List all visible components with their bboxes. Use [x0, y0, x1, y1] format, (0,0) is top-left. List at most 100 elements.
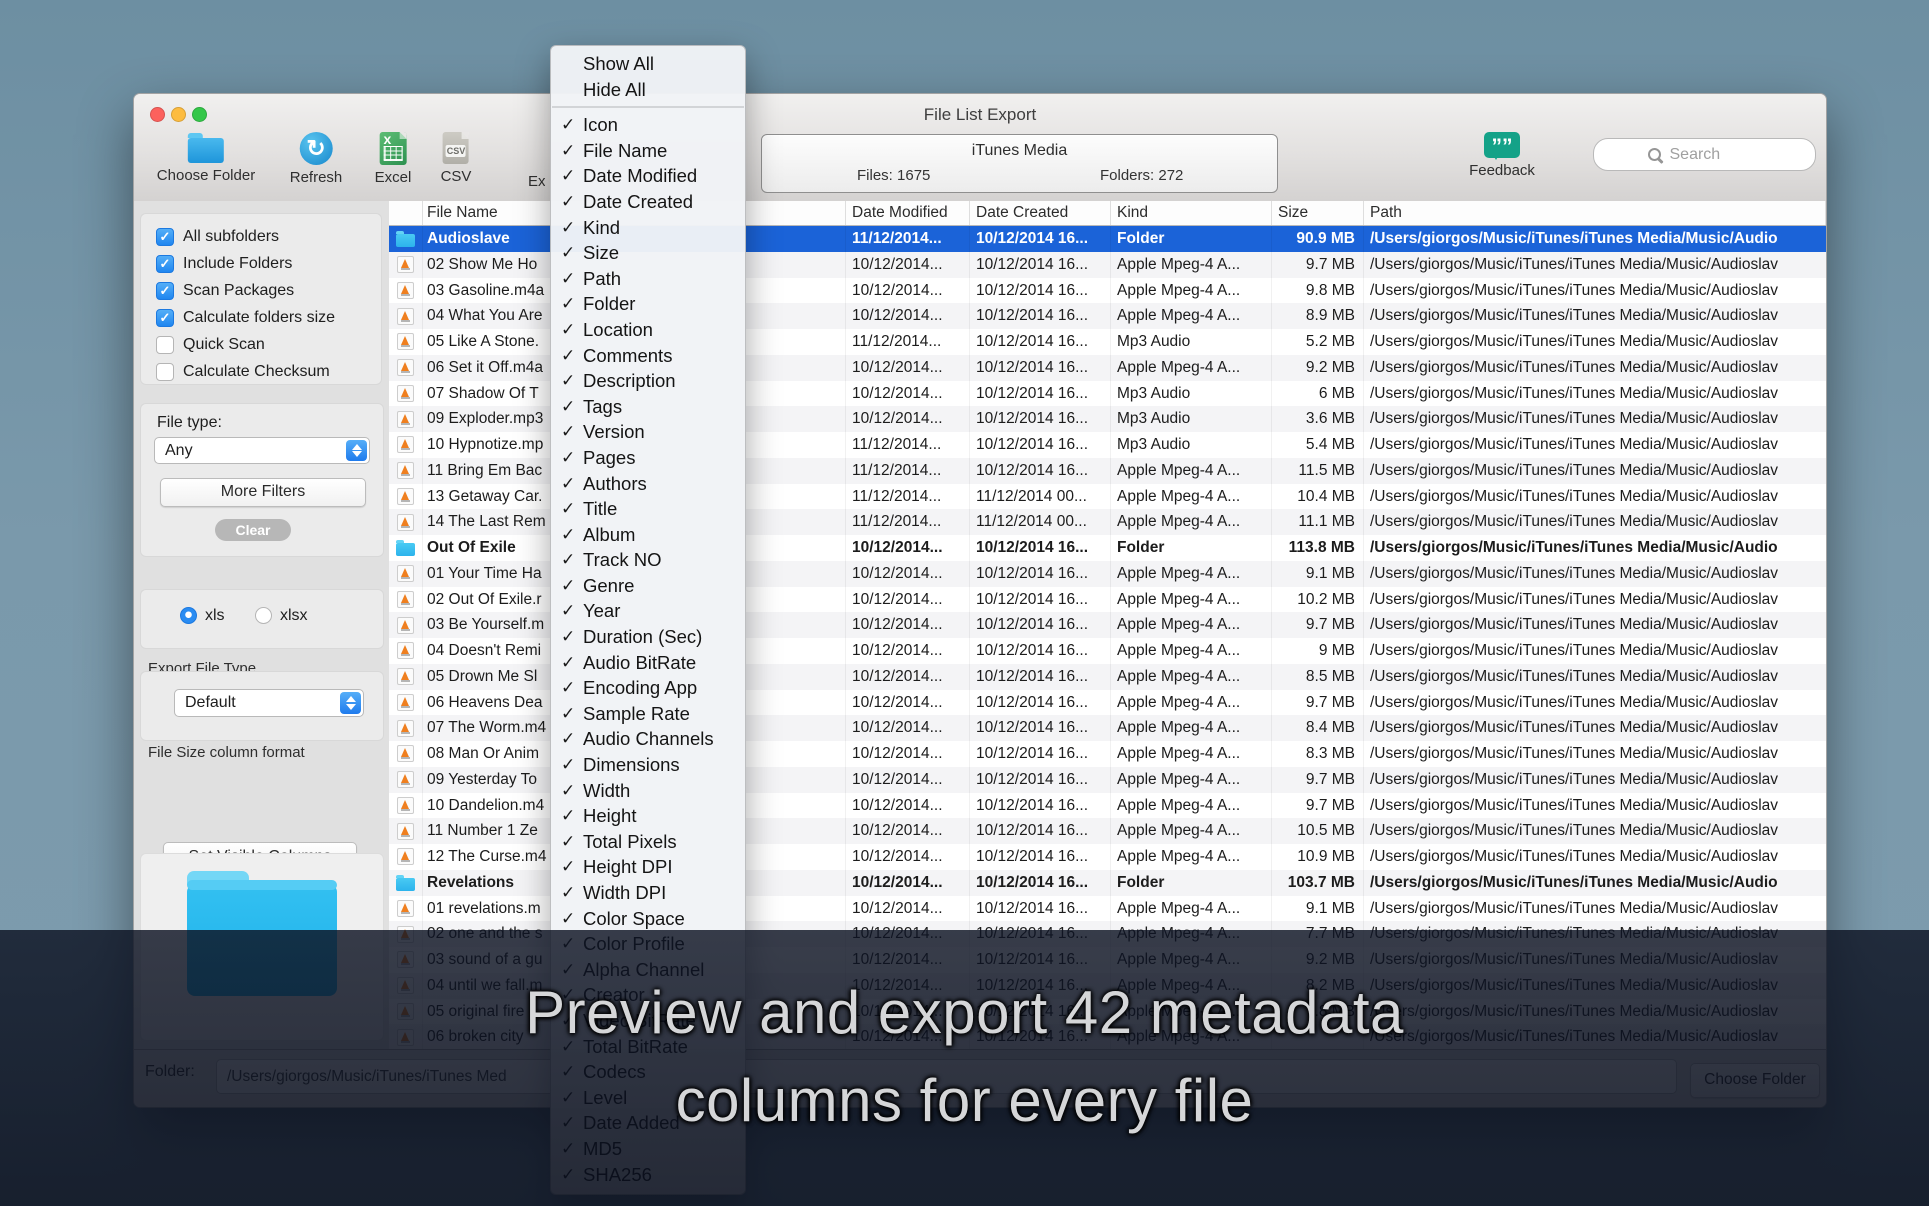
sidebar-checkbox-quick-scan[interactable]: Quick Scan — [141, 331, 381, 358]
cell-date-created: 10/12/2014 16... — [970, 664, 1111, 690]
cell-size: 9.7 MB — [1272, 690, 1364, 716]
choose-folder-toolbar-button[interactable]: Choose Folder — [157, 132, 255, 184]
cell-path: /Users/giorgos/Music/iTunes/iTunes Media… — [1364, 406, 1826, 432]
checkbox-label: Calculate Checksum — [183, 363, 330, 381]
audio-file-icon — [397, 385, 414, 402]
cell-path: /Users/giorgos/Music/iTunes/iTunes Media… — [1364, 793, 1826, 819]
checkmark-icon: ✓ — [561, 419, 583, 445]
checkmark-icon: ✓ — [561, 471, 583, 497]
audio-file-icon — [397, 308, 414, 325]
audio-file-icon — [397, 745, 414, 762]
audio-file-icon — [397, 256, 414, 273]
feedback-button[interactable]: Feedback — [1466, 132, 1538, 179]
unchecked-checkbox-icon[interactable] — [156, 336, 174, 354]
column-header-size[interactable]: Size — [1272, 201, 1364, 225]
menu-item-authors[interactable]: ✓Authors — [551, 471, 745, 497]
menu-item-sample-rate[interactable]: ✓Sample Rate — [551, 701, 745, 727]
menu-item-height[interactable]: ✓Height — [551, 803, 745, 829]
audio-file-icon — [397, 436, 414, 453]
menu-item-file-name[interactable]: ✓File Name — [551, 138, 745, 164]
menu-item-pages[interactable]: ✓Pages — [551, 445, 745, 471]
menu-item-description[interactable]: ✓Description — [551, 368, 745, 394]
column-header-date-created[interactable]: Date Created — [970, 201, 1111, 225]
xls-radio-label: xls — [205, 607, 225, 625]
menu-item-year[interactable]: ✓Year — [551, 598, 745, 624]
checkmark-icon: ✓ — [561, 573, 583, 599]
menu-item-album[interactable]: ✓Album — [551, 522, 745, 548]
menu-item-encoding-app[interactable]: ✓Encoding App — [551, 675, 745, 701]
excel-export-toolbar-button[interactable]: Excel — [375, 132, 412, 186]
cell-date-created: 10/12/2014 16... — [970, 303, 1111, 329]
menu-item-location[interactable]: ✓Location — [551, 317, 745, 343]
unchecked-checkbox-icon[interactable] — [156, 363, 174, 381]
cell-size: 103.7 MB — [1272, 870, 1364, 896]
menu-item-width-dpi[interactable]: ✓Width DPI — [551, 880, 745, 906]
more-filters-button[interactable]: More Filters — [160, 478, 366, 507]
menu-item-comments[interactable]: ✓Comments — [551, 343, 745, 369]
cell-date-created: 10/12/2014 16... — [970, 432, 1111, 458]
search-field[interactable] — [1593, 138, 1816, 171]
column-header-date-modified[interactable]: Date Modified — [846, 201, 970, 225]
search-input[interactable] — [1668, 145, 1762, 165]
column-header-path[interactable]: Path — [1364, 201, 1826, 225]
menu-item-show-all[interactable]: Show All — [551, 51, 745, 77]
menu-item-folder[interactable]: ✓Folder — [551, 291, 745, 317]
checked-checkbox-icon[interactable]: ✓ — [156, 282, 174, 300]
menu-item-track-no[interactable]: ✓Track NO — [551, 547, 745, 573]
file-size-format-select[interactable]: Default — [174, 689, 364, 717]
cell-date-modified: 10/12/2014... — [846, 252, 970, 278]
xls-radio[interactable] — [180, 607, 197, 624]
menu-item-label: Total Pixels — [583, 829, 677, 855]
menu-item-width[interactable]: ✓Width — [551, 778, 745, 804]
menu-item-height-dpi[interactable]: ✓Height DPI — [551, 854, 745, 880]
sidebar-checkbox-calculate-folders-size[interactable]: ✓Calculate folders size — [141, 304, 381, 331]
sidebar-checkbox-include-folders[interactable]: ✓Include Folders — [141, 250, 381, 277]
checked-checkbox-icon[interactable]: ✓ — [156, 228, 174, 246]
menu-item-date-created[interactable]: ✓Date Created — [551, 189, 745, 215]
export-toolbar-button-partially-hidden[interactable]: Export — [528, 173, 545, 190]
menu-item-total-pixels[interactable]: ✓Total Pixels — [551, 829, 745, 855]
menu-item-hide-all[interactable]: Hide All — [551, 77, 745, 103]
cell-kind: Apple Mpeg-4 A... — [1111, 896, 1272, 922]
sidebar-checkbox-scan-packages[interactable]: ✓Scan Packages — [141, 277, 381, 304]
cell-size: 9.1 MB — [1272, 896, 1364, 922]
menu-item-size[interactable]: ✓Size — [551, 240, 745, 266]
cell-date-modified: 10/12/2014... — [846, 587, 970, 613]
cell-date-created: 10/12/2014 16... — [970, 355, 1111, 381]
menu-item-tags[interactable]: ✓Tags — [551, 394, 745, 420]
cell-date-created: 10/12/2014 16... — [970, 690, 1111, 716]
checked-checkbox-icon[interactable]: ✓ — [156, 255, 174, 273]
xlsx-radio[interactable] — [255, 607, 272, 624]
cell-date-modified: 11/12/2014... — [846, 509, 970, 535]
cell-size: 11.5 MB — [1272, 458, 1364, 484]
menu-item-audio-bitrate[interactable]: ✓Audio BitRate — [551, 650, 745, 676]
menu-item-kind[interactable]: ✓Kind — [551, 215, 745, 241]
menu-item-label: Track NO — [583, 547, 661, 573]
menu-item-icon[interactable]: ✓Icon — [551, 112, 745, 138]
column-header-kind[interactable]: Kind — [1111, 201, 1272, 225]
menu-item-label: Audio BitRate — [583, 650, 696, 676]
checked-checkbox-icon[interactable]: ✓ — [156, 309, 174, 327]
cell-kind: Apple Mpeg-4 A... — [1111, 844, 1272, 870]
file-type-select[interactable]: Any — [154, 437, 370, 464]
menu-item-title[interactable]: ✓Title — [551, 496, 745, 522]
audio-file-icon — [397, 797, 414, 814]
clear-filters-button[interactable]: Clear — [215, 519, 291, 541]
menu-item-genre[interactable]: ✓Genre — [551, 573, 745, 599]
menu-item-dimensions[interactable]: ✓Dimensions — [551, 752, 745, 778]
csv-export-toolbar-button[interactable]: CSV — [441, 132, 472, 185]
menu-item-color-space[interactable]: ✓Color Space — [551, 906, 745, 932]
cell-kind: Apple Mpeg-4 A... — [1111, 767, 1272, 793]
menu-item-path[interactable]: ✓Path — [551, 266, 745, 292]
menu-item-audio-channels[interactable]: ✓Audio Channels — [551, 726, 745, 752]
checkmark-icon: ✓ — [561, 394, 583, 420]
cell-size: 9.7 MB — [1272, 612, 1364, 638]
refresh-toolbar-button[interactable]: ↻ Refresh — [290, 132, 343, 186]
sidebar-checkbox-all-subfolders[interactable]: ✓All subfolders — [141, 223, 381, 250]
cell-path: /Users/giorgos/Music/iTunes/iTunes Media… — [1364, 844, 1826, 870]
menu-item-date-modified[interactable]: ✓Date Modified — [551, 163, 745, 189]
menu-item-duration-sec[interactable]: ✓Duration (Sec) — [551, 624, 745, 650]
menu-item-version[interactable]: ✓Version — [551, 419, 745, 445]
sidebar-checkbox-calculate-checksum[interactable]: Calculate Checksum — [141, 358, 381, 385]
screenshot-stage: File List Export Choose Folder ↻ Refresh… — [0, 0, 1929, 1206]
